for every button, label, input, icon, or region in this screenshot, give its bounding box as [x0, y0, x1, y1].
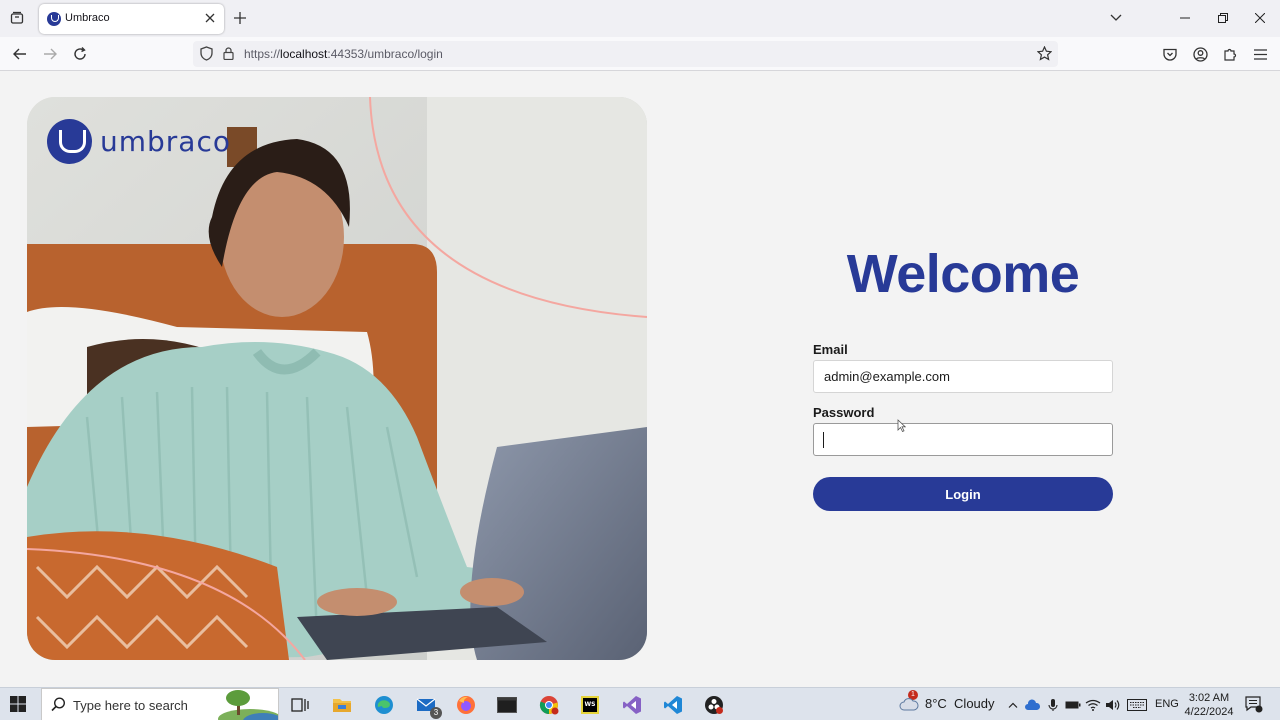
- svg-text:WS: WS: [585, 701, 596, 708]
- close-tab-icon[interactable]: [203, 11, 217, 25]
- new-tab-icon[interactable]: [230, 8, 250, 28]
- address-bar[interactable]: https://localhost:44353/umbraco/login: [193, 41, 1058, 67]
- woman-with-laptop-photo: [27, 97, 647, 660]
- obs-studio-icon[interactable]: [701, 692, 727, 718]
- taskbar-clock[interactable]: 3:02 AM 4/22/2024: [1180, 691, 1238, 719]
- battery-icon[interactable]: [1065, 697, 1081, 713]
- search-highlight-illustration-icon: [218, 689, 283, 720]
- account-icon[interactable]: [1190, 44, 1210, 64]
- extensions-icon[interactable]: [1220, 44, 1240, 64]
- url-host: localhost: [280, 47, 328, 61]
- windows-taskbar: Type here to search 3 WS 1 8°C Cloudy EN…: [0, 687, 1280, 720]
- wifi-icon[interactable]: [1085, 697, 1101, 713]
- list-all-tabs-chevron-icon[interactable]: [1107, 9, 1125, 27]
- clock-time: 3:02 AM: [1188, 692, 1230, 704]
- umbraco-favicon-icon: [47, 12, 61, 26]
- weather-widget[interactable]: 8°C Cloudy: [899, 696, 995, 711]
- forward-arrow-icon[interactable]: [40, 44, 60, 64]
- vscode-icon[interactable]: [660, 692, 686, 718]
- tab-list-icon[interactable]: [7, 8, 27, 28]
- notifications-icon[interactable]: [1245, 696, 1263, 718]
- umbraco-logo-icon: [47, 118, 92, 164]
- mail-icon[interactable]: 3: [413, 692, 442, 719]
- pocket-icon[interactable]: [1160, 44, 1180, 64]
- search-placeholder: Type here to search: [73, 698, 188, 713]
- bookmark-star-icon[interactable]: [1036, 45, 1053, 66]
- close-window-icon[interactable]: [1251, 9, 1269, 27]
- microphone-icon[interactable]: [1045, 697, 1061, 713]
- login-hero-image: umbraco: [27, 97, 647, 660]
- back-arrow-icon[interactable]: [10, 44, 30, 64]
- mail-badge: 3: [430, 707, 442, 719]
- terminal-icon[interactable]: [494, 692, 520, 718]
- chrome-icon[interactable]: [536, 692, 562, 718]
- email-label: Email: [813, 342, 848, 357]
- volume-icon[interactable]: [1105, 697, 1121, 713]
- password-label: Password: [813, 405, 875, 420]
- password-field[interactable]: [813, 423, 1113, 456]
- minimize-icon[interactable]: [1176, 9, 1194, 27]
- url-scheme: https://: [244, 47, 281, 61]
- taskbar-search-box[interactable]: Type here to search: [41, 688, 283, 720]
- search-icon: [51, 697, 66, 717]
- restore-icon[interactable]: [1214, 9, 1232, 27]
- tab-title: Umbraco: [65, 12, 110, 24]
- reload-icon[interactable]: [70, 44, 90, 64]
- file-explorer-icon[interactable]: [329, 692, 355, 718]
- app-menu-hamburger-icon[interactable]: [1250, 44, 1270, 64]
- cloud-icon: [899, 697, 919, 710]
- clock-date: 4/22/2024: [1184, 706, 1234, 718]
- windows-start-icon[interactable]: [10, 696, 26, 717]
- login-button[interactable]: Login: [813, 477, 1113, 511]
- browser-tab-strip: Umbraco: [0, 0, 1280, 37]
- url-text[interactable]: https://localhost:44353/umbraco/login: [244, 47, 443, 61]
- brand-name: umbraco: [100, 124, 231, 158]
- umbraco-logo: umbraco: [47, 118, 231, 164]
- tracking-protection-shield-icon[interactable]: [200, 46, 213, 66]
- browser-toolbar: https://localhost:44353/umbraco/login: [0, 37, 1280, 71]
- show-hidden-icons-chevron-icon[interactable]: [1005, 697, 1021, 713]
- mouse-pointer-icon: [897, 419, 907, 437]
- lock-icon[interactable]: [223, 47, 234, 65]
- url-path: :44353/umbraco/login: [327, 47, 443, 61]
- task-view-icon[interactable]: [287, 692, 313, 718]
- page-title: Welcome: [846, 244, 1080, 304]
- email-field[interactable]: [813, 360, 1113, 393]
- weather-text: 8°C Cloudy: [925, 696, 995, 711]
- visual-studio-icon[interactable]: [619, 692, 645, 718]
- onedrive-cloud-icon[interactable]: [1025, 697, 1041, 713]
- edge-browser-icon[interactable]: [371, 692, 397, 718]
- browser-tab[interactable]: Umbraco: [39, 4, 224, 34]
- webstorm-icon[interactable]: WS: [577, 692, 603, 718]
- touch-keyboard-icon[interactable]: [1127, 697, 1147, 713]
- firefox-icon[interactable]: [453, 692, 479, 718]
- text-caret: [823, 432, 824, 448]
- input-language[interactable]: ENG: [1155, 698, 1179, 710]
